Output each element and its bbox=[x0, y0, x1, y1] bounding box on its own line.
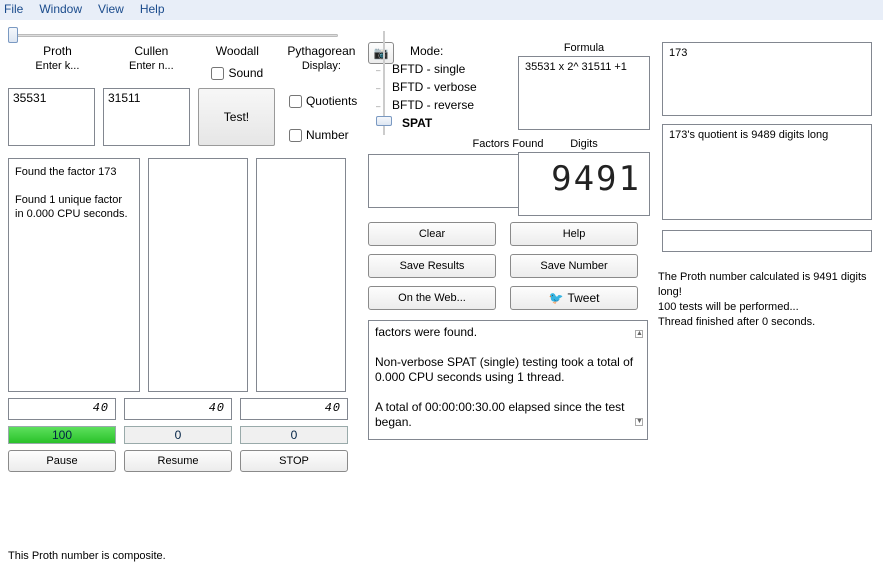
mode-slider[interactable] bbox=[376, 116, 392, 130]
mode-item-1[interactable]: BFTD - verbose bbox=[392, 80, 477, 94]
lcd-c: 40 bbox=[240, 398, 348, 420]
menu-view[interactable]: View bbox=[98, 2, 124, 18]
camera-icon: 📷 bbox=[374, 46, 389, 60]
formula-label: Formula bbox=[518, 42, 650, 54]
sound-checkbox[interactable] bbox=[211, 67, 224, 80]
progress-c: 0 bbox=[240, 426, 348, 444]
output-1[interactable]: 173 bbox=[662, 42, 872, 116]
formula-box[interactable]: 35531 x 2^ 31511 +1 bbox=[518, 56, 650, 130]
menu-file[interactable]: File bbox=[4, 2, 23, 18]
quotients-checkbox[interactable] bbox=[289, 95, 302, 108]
mode-item-0[interactable]: BFTD - single bbox=[392, 62, 465, 76]
output-3[interactable] bbox=[662, 230, 872, 252]
input-k[interactable]: 35531 bbox=[8, 88, 95, 146]
label-display: Display: bbox=[285, 60, 358, 76]
lcd-a: 40 bbox=[8, 398, 116, 420]
label-enter-k: Enter k... bbox=[8, 60, 107, 76]
label-enter-n: Enter n... bbox=[107, 60, 196, 76]
input-n[interactable]: 31511 bbox=[103, 88, 190, 146]
screenshot-button[interactable]: 📷 bbox=[368, 42, 394, 64]
pause-button[interactable]: Pause bbox=[8, 450, 116, 472]
sound-label: Sound bbox=[228, 66, 263, 80]
menu-bar: File Window View Help bbox=[0, 0, 883, 20]
menu-help[interactable]: Help bbox=[140, 2, 165, 18]
column-proth: Proth bbox=[8, 42, 107, 60]
column-woodall: Woodall bbox=[196, 42, 279, 60]
menu-window[interactable]: Window bbox=[39, 2, 82, 18]
save-results-button[interactable]: Save Results bbox=[368, 254, 496, 278]
scrollbar[interactable]: ▲▼ bbox=[635, 329, 645, 431]
test-button[interactable]: Test! bbox=[198, 88, 275, 146]
resume-button[interactable]: Resume bbox=[124, 450, 232, 472]
log-box-3[interactable] bbox=[256, 158, 346, 392]
column-cullen: Cullen bbox=[107, 42, 196, 60]
digits-box: 9491 bbox=[518, 152, 650, 216]
log-box-2[interactable] bbox=[148, 158, 248, 392]
quotients-label: Quotients bbox=[306, 94, 357, 108]
log-box-1[interactable]: Found the factor 173 Found 1 unique fact… bbox=[8, 158, 140, 392]
digits-label: Digits bbox=[518, 138, 650, 150]
right-log: The Proth number calculated is 9491 digi… bbox=[658, 270, 882, 330]
mid-log[interactable]: factors were found. Non-verbose SPAT (si… bbox=[368, 320, 648, 440]
status-bar: This Proth number is composite. bbox=[8, 550, 166, 562]
stop-button[interactable]: STOP bbox=[240, 450, 348, 472]
clear-button[interactable]: Clear bbox=[368, 222, 496, 246]
number-checkbox[interactable] bbox=[289, 129, 302, 142]
number-label: Number bbox=[306, 128, 349, 142]
mode-item-3[interactable]: SPAT bbox=[402, 116, 432, 130]
on-the-web-button[interactable]: On the Web... bbox=[368, 286, 496, 310]
progress-a: 100 bbox=[8, 426, 116, 444]
progress-b: 0 bbox=[124, 426, 232, 444]
lcd-b: 40 bbox=[124, 398, 232, 420]
column-pythagorean: Pythagorean bbox=[285, 42, 358, 60]
output-2[interactable]: 173's quotient is 9489 digits long bbox=[662, 124, 872, 220]
mode-item-2[interactable]: BFTD - reverse bbox=[392, 98, 474, 112]
